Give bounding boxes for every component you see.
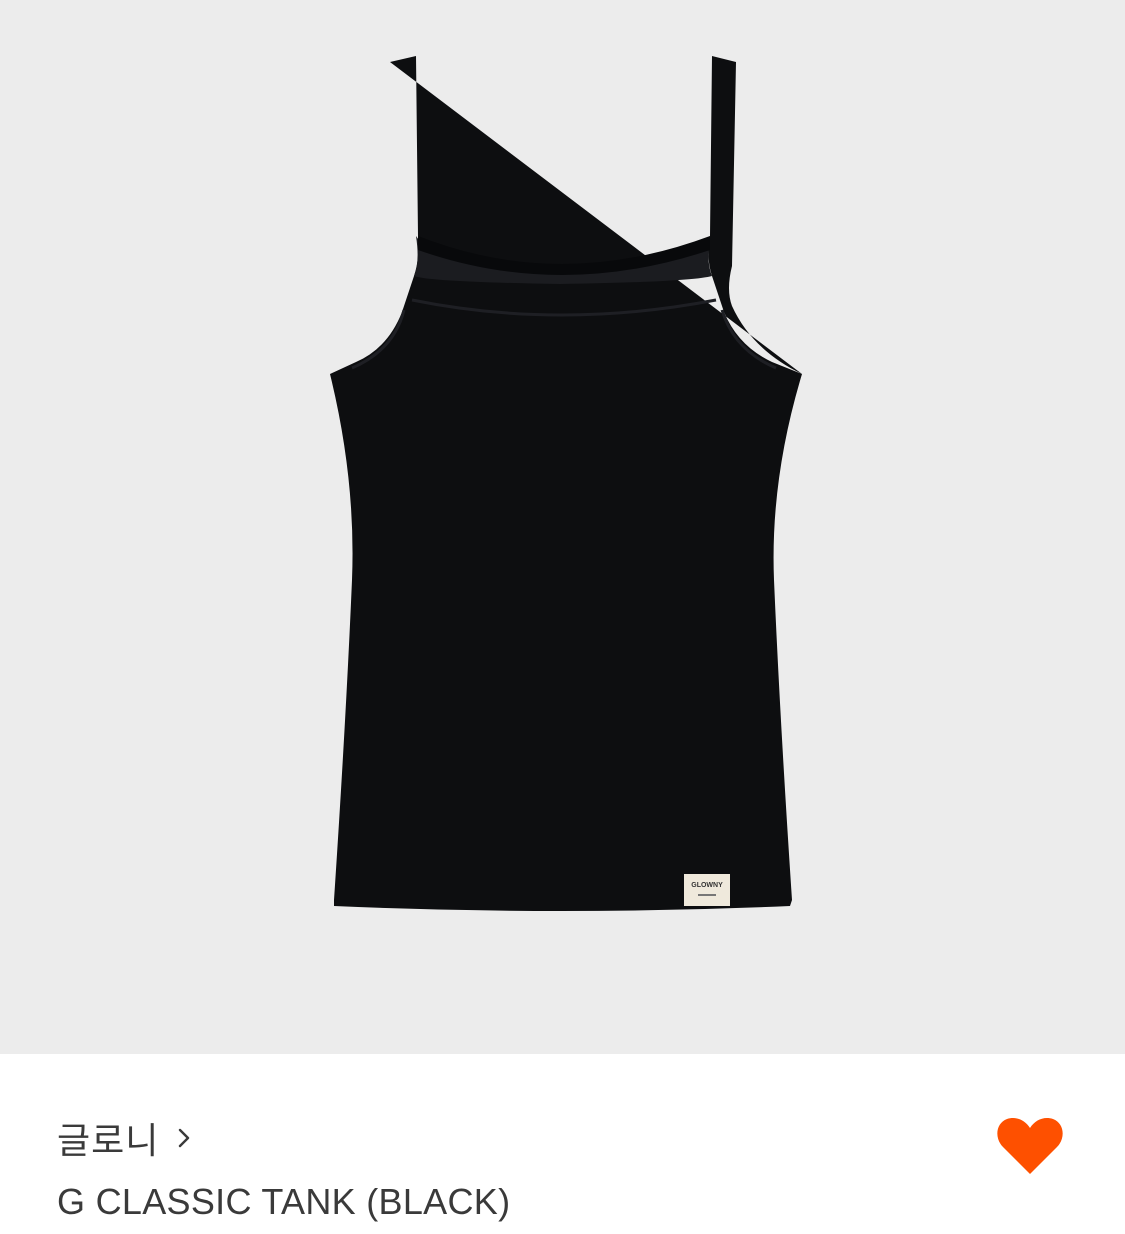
brand-link[interactable]: 글로니 bbox=[57, 1112, 195, 1164]
tank-top-garment bbox=[330, 56, 802, 911]
garment-brand-label: GLOWNY bbox=[684, 874, 730, 906]
product-card: GLOWNY 글로니 G CLASSIC TANK (BLACK) bbox=[0, 0, 1125, 1234]
brand-name[interactable]: 글로니 bbox=[57, 1112, 159, 1164]
product-image[interactable]: GLOWNY bbox=[0, 0, 1125, 1054]
product-info: 글로니 G CLASSIC TANK (BLACK) bbox=[0, 1054, 1125, 1234]
garment-label-text: GLOWNY bbox=[691, 882, 723, 889]
chevron-right-icon bbox=[179, 1128, 190, 1148]
heart-icon[interactable] bbox=[994, 1114, 1066, 1178]
product-title: G CLASSIC TANK (BLACK) bbox=[57, 1181, 511, 1222]
tank-top-illustration: GLOWNY bbox=[330, 56, 802, 911]
